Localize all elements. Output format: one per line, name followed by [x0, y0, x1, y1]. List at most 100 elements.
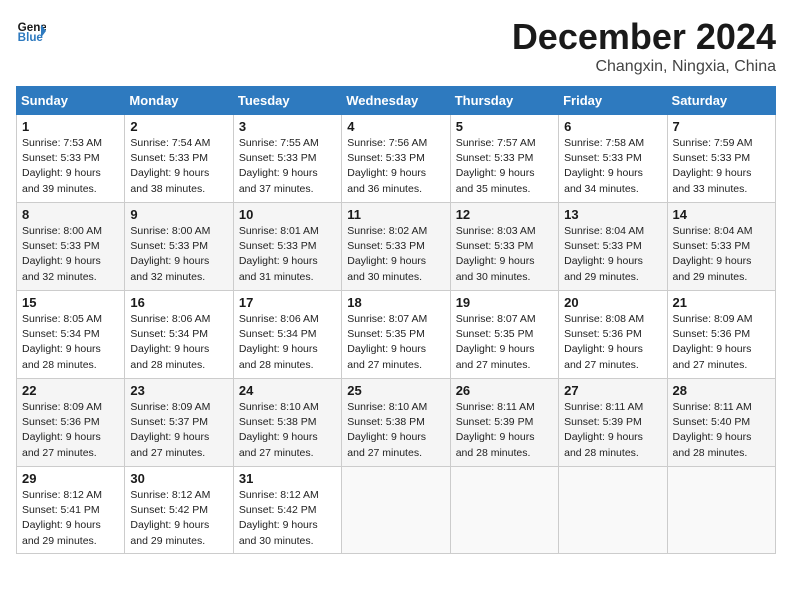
day-number: 14 [673, 207, 770, 222]
location: Changxin, Ningxia, China [512, 58, 776, 76]
day-number: 13 [564, 207, 661, 222]
calendar-cell: 23 Sunrise: 8:09 AMSunset: 5:37 PMDaylig… [125, 379, 233, 467]
day-number: 28 [673, 383, 770, 398]
title-block: December 2024 Changxin, Ningxia, China [512, 16, 776, 76]
calendar-cell: 13 Sunrise: 8:04 AMSunset: 5:33 PMDaylig… [559, 203, 667, 291]
day-header-monday: Monday [125, 87, 233, 115]
day-detail: Sunrise: 8:08 AMSunset: 5:36 PMDaylight:… [564, 313, 644, 371]
calendar-cell: 29 Sunrise: 8:12 AMSunset: 5:41 PMDaylig… [17, 467, 125, 554]
day-detail: Sunrise: 8:01 AMSunset: 5:33 PMDaylight:… [239, 225, 319, 283]
calendar-cell: 21 Sunrise: 8:09 AMSunset: 5:36 PMDaylig… [667, 291, 775, 379]
calendar-cell: 11 Sunrise: 8:02 AMSunset: 5:33 PMDaylig… [342, 203, 450, 291]
day-detail: Sunrise: 7:56 AMSunset: 5:33 PMDaylight:… [347, 137, 427, 195]
day-detail: Sunrise: 8:00 AMSunset: 5:33 PMDaylight:… [130, 225, 210, 283]
day-detail: Sunrise: 8:12 AMSunset: 5:41 PMDaylight:… [22, 489, 102, 547]
day-detail: Sunrise: 8:09 AMSunset: 5:36 PMDaylight:… [22, 401, 102, 459]
day-number: 6 [564, 119, 661, 134]
day-number: 30 [130, 471, 227, 486]
calendar-cell: 5 Sunrise: 7:57 AMSunset: 5:33 PMDayligh… [450, 115, 558, 203]
day-number: 4 [347, 119, 444, 134]
calendar-cell: 2 Sunrise: 7:54 AMSunset: 5:33 PMDayligh… [125, 115, 233, 203]
day-detail: Sunrise: 8:04 AMSunset: 5:33 PMDaylight:… [673, 225, 753, 283]
calendar-cell: 1 Sunrise: 7:53 AMSunset: 5:33 PMDayligh… [17, 115, 125, 203]
day-header-tuesday: Tuesday [233, 87, 341, 115]
calendar-cell: 15 Sunrise: 8:05 AMSunset: 5:34 PMDaylig… [17, 291, 125, 379]
day-detail: Sunrise: 8:12 AMSunset: 5:42 PMDaylight:… [239, 489, 319, 547]
page-header: General Blue December 2024 Changxin, Nin… [16, 16, 776, 76]
day-number: 3 [239, 119, 336, 134]
svg-text:Blue: Blue [18, 31, 44, 44]
day-number: 9 [130, 207, 227, 222]
calendar-week-row: 1 Sunrise: 7:53 AMSunset: 5:33 PMDayligh… [17, 115, 776, 203]
day-number: 1 [22, 119, 119, 134]
day-header-friday: Friday [559, 87, 667, 115]
calendar-table: SundayMondayTuesdayWednesdayThursdayFrid… [16, 86, 776, 554]
calendar-cell: 28 Sunrise: 8:11 AMSunset: 5:40 PMDaylig… [667, 379, 775, 467]
calendar-cell: 27 Sunrise: 8:11 AMSunset: 5:39 PMDaylig… [559, 379, 667, 467]
day-detail: Sunrise: 7:58 AMSunset: 5:33 PMDaylight:… [564, 137, 644, 195]
calendar-cell: 19 Sunrise: 8:07 AMSunset: 5:35 PMDaylig… [450, 291, 558, 379]
day-number: 22 [22, 383, 119, 398]
day-detail: Sunrise: 8:09 AMSunset: 5:36 PMDaylight:… [673, 313, 753, 371]
day-detail: Sunrise: 8:10 AMSunset: 5:38 PMDaylight:… [239, 401, 319, 459]
day-detail: Sunrise: 8:09 AMSunset: 5:37 PMDaylight:… [130, 401, 210, 459]
calendar-cell: 26 Sunrise: 8:11 AMSunset: 5:39 PMDaylig… [450, 379, 558, 467]
day-number: 12 [456, 207, 553, 222]
calendar-week-row: 8 Sunrise: 8:00 AMSunset: 5:33 PMDayligh… [17, 203, 776, 291]
calendar-cell: 18 Sunrise: 8:07 AMSunset: 5:35 PMDaylig… [342, 291, 450, 379]
day-detail: Sunrise: 8:06 AMSunset: 5:34 PMDaylight:… [130, 313, 210, 371]
day-number: 21 [673, 295, 770, 310]
day-number: 17 [239, 295, 336, 310]
calendar-cell: 20 Sunrise: 8:08 AMSunset: 5:36 PMDaylig… [559, 291, 667, 379]
calendar-cell: 6 Sunrise: 7:58 AMSunset: 5:33 PMDayligh… [559, 115, 667, 203]
day-number: 27 [564, 383, 661, 398]
day-detail: Sunrise: 8:04 AMSunset: 5:33 PMDaylight:… [564, 225, 644, 283]
day-detail: Sunrise: 8:07 AMSunset: 5:35 PMDaylight:… [347, 313, 427, 371]
calendar-week-row: 29 Sunrise: 8:12 AMSunset: 5:41 PMDaylig… [17, 467, 776, 554]
calendar-cell: 10 Sunrise: 8:01 AMSunset: 5:33 PMDaylig… [233, 203, 341, 291]
calendar-cell: 3 Sunrise: 7:55 AMSunset: 5:33 PMDayligh… [233, 115, 341, 203]
logo-icon: General Blue [16, 16, 46, 46]
day-detail: Sunrise: 8:12 AMSunset: 5:42 PMDaylight:… [130, 489, 210, 547]
day-number: 25 [347, 383, 444, 398]
calendar-cell [667, 467, 775, 554]
calendar-cell: 25 Sunrise: 8:10 AMSunset: 5:38 PMDaylig… [342, 379, 450, 467]
day-detail: Sunrise: 8:03 AMSunset: 5:33 PMDaylight:… [456, 225, 536, 283]
day-number: 20 [564, 295, 661, 310]
day-number: 24 [239, 383, 336, 398]
calendar-cell: 12 Sunrise: 8:03 AMSunset: 5:33 PMDaylig… [450, 203, 558, 291]
day-number: 31 [239, 471, 336, 486]
day-number: 23 [130, 383, 227, 398]
calendar-cell: 16 Sunrise: 8:06 AMSunset: 5:34 PMDaylig… [125, 291, 233, 379]
day-number: 5 [456, 119, 553, 134]
calendar-cell: 7 Sunrise: 7:59 AMSunset: 5:33 PMDayligh… [667, 115, 775, 203]
day-detail: Sunrise: 7:59 AMSunset: 5:33 PMDaylight:… [673, 137, 753, 195]
day-detail: Sunrise: 7:53 AMSunset: 5:33 PMDaylight:… [22, 137, 102, 195]
day-header-saturday: Saturday [667, 87, 775, 115]
month-title: December 2024 [512, 16, 776, 58]
day-detail: Sunrise: 8:05 AMSunset: 5:34 PMDaylight:… [22, 313, 102, 371]
day-detail: Sunrise: 8:10 AMSunset: 5:38 PMDaylight:… [347, 401, 427, 459]
day-header-wednesday: Wednesday [342, 87, 450, 115]
day-number: 2 [130, 119, 227, 134]
day-detail: Sunrise: 7:55 AMSunset: 5:33 PMDaylight:… [239, 137, 319, 195]
calendar-cell: 4 Sunrise: 7:56 AMSunset: 5:33 PMDayligh… [342, 115, 450, 203]
day-number: 29 [22, 471, 119, 486]
day-detail: Sunrise: 8:07 AMSunset: 5:35 PMDaylight:… [456, 313, 536, 371]
logo: General Blue [16, 16, 46, 46]
day-detail: Sunrise: 8:11 AMSunset: 5:39 PMDaylight:… [456, 401, 535, 459]
day-detail: Sunrise: 8:11 AMSunset: 5:39 PMDaylight:… [564, 401, 643, 459]
day-detail: Sunrise: 8:00 AMSunset: 5:33 PMDaylight:… [22, 225, 102, 283]
day-detail: Sunrise: 8:11 AMSunset: 5:40 PMDaylight:… [673, 401, 752, 459]
day-number: 8 [22, 207, 119, 222]
calendar-week-row: 15 Sunrise: 8:05 AMSunset: 5:34 PMDaylig… [17, 291, 776, 379]
calendar-cell [342, 467, 450, 554]
day-detail: Sunrise: 7:54 AMSunset: 5:33 PMDaylight:… [130, 137, 210, 195]
calendar-cell: 31 Sunrise: 8:12 AMSunset: 5:42 PMDaylig… [233, 467, 341, 554]
calendar-week-row: 22 Sunrise: 8:09 AMSunset: 5:36 PMDaylig… [17, 379, 776, 467]
calendar-cell [450, 467, 558, 554]
calendar-cell: 22 Sunrise: 8:09 AMSunset: 5:36 PMDaylig… [17, 379, 125, 467]
day-number: 18 [347, 295, 444, 310]
day-detail: Sunrise: 8:02 AMSunset: 5:33 PMDaylight:… [347, 225, 427, 283]
day-number: 11 [347, 207, 444, 222]
